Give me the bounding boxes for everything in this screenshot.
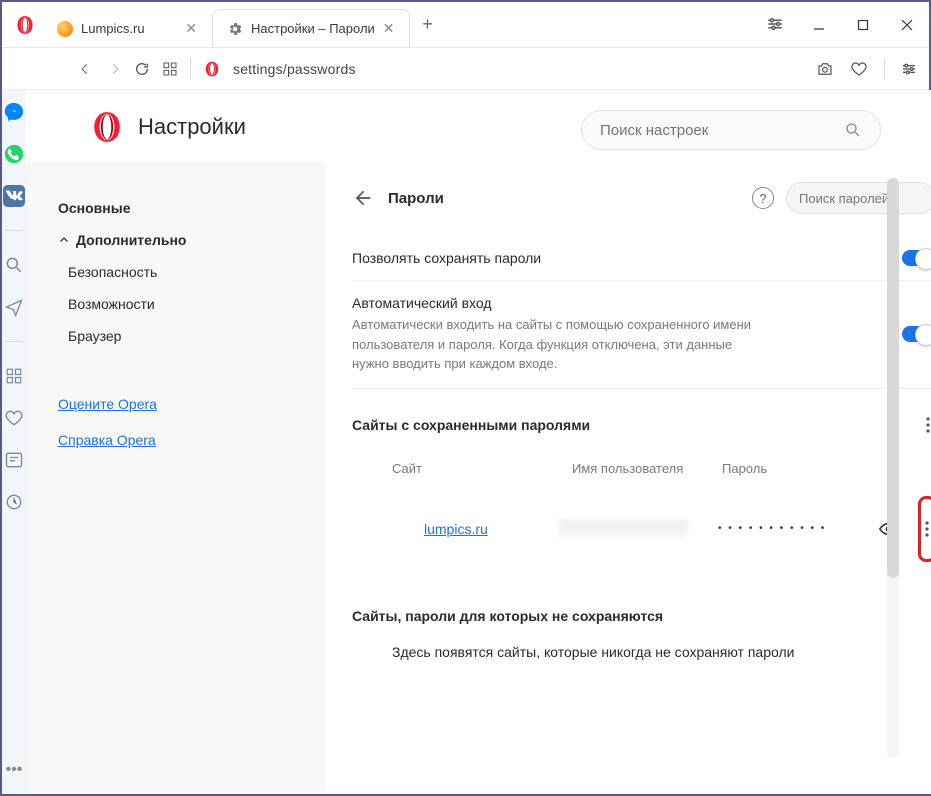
saved-section-more-icon[interactable] [920, 413, 931, 437]
autologin-toggle[interactable] [902, 326, 931, 342]
close-tab-icon[interactable]: ✕ [383, 20, 395, 37]
forward-button[interactable] [108, 62, 122, 76]
site-favicon [392, 520, 410, 538]
sidebar-link-rate[interactable]: Оцените Opera [54, 390, 298, 418]
password-masked: • • • • • • • • • • • [718, 523, 878, 534]
never-save-title: Сайты, пароли для которых не сохраняются [352, 608, 931, 624]
close-window-button[interactable] [885, 3, 929, 47]
password-row-more-button[interactable] [925, 503, 929, 555]
passwords-search[interactable] [786, 182, 931, 214]
autologin-title: Автоматический вход [352, 295, 772, 311]
close-tab-icon[interactable]: ✕ [185, 20, 197, 37]
settings-search[interactable] [581, 110, 881, 150]
sidebar-item-features[interactable]: Возможности [64, 288, 298, 320]
new-tab-button[interactable]: + [414, 11, 442, 39]
panel-back-button[interactable] [352, 188, 372, 208]
vk-icon[interactable] [2, 184, 26, 208]
never-save-empty: Здесь появятся сайты, которые никогда не… [352, 644, 931, 660]
rail-more-icon[interactable]: ••• [2, 758, 26, 782]
settings-search-input[interactable] [600, 122, 844, 139]
password-row: lumpics.ru • • • • • • • • • • • [352, 486, 931, 572]
toolbar: settings/passwords [2, 48, 929, 90]
search-icon [844, 121, 862, 139]
scrollbar[interactable] [887, 178, 899, 758]
easy-setup-icon[interactable] [753, 2, 797, 46]
sidebar-item-advanced[interactable]: Дополнительно [54, 224, 298, 256]
sidebar-item-browser[interactable]: Браузер [64, 320, 298, 352]
site-link[interactable]: lumpics.ru [424, 521, 534, 537]
tab-settings-passwords[interactable]: Настройки – Пароли ✕ [212, 9, 410, 47]
page-header: Настройки [90, 110, 246, 144]
history-icon[interactable] [2, 490, 26, 514]
sidebar-item-basic[interactable]: Основные [54, 192, 298, 224]
sidebar-item-label: Дополнительно [76, 232, 186, 248]
sidebar-item-security[interactable]: Безопасность [64, 256, 298, 288]
th-site: Сайт [392, 461, 572, 476]
maximize-button[interactable] [841, 3, 885, 47]
gear-icon [227, 21, 243, 37]
minimize-button[interactable] [797, 3, 841, 47]
opera-logo-small [14, 14, 36, 36]
tab-lumpics[interactable]: Lumpics.ru ✕ [42, 9, 212, 47]
tab-label: Настройки – Пароли [251, 21, 375, 36]
lumpics-favicon [57, 21, 73, 37]
whatsapp-icon[interactable] [2, 142, 26, 166]
titlebar: Lumpics.ru ✕ Настройки – Пароли ✕ + [2, 2, 929, 48]
easy-setup-icon-2[interactable] [901, 61, 917, 77]
scrollbar-thumb[interactable] [887, 178, 899, 578]
speed-dial-icon[interactable] [162, 61, 178, 77]
search-icon[interactable] [2, 253, 26, 277]
autologin-desc: Автоматически входить на сайты с помощью… [352, 315, 772, 374]
tab-label: Lumpics.ru [81, 21, 145, 36]
password-row-more-highlight [918, 496, 931, 562]
settings-main-panel: Пароли ? Позволять сохранять пароли [326, 162, 931, 794]
heart-icon[interactable] [850, 60, 868, 78]
send-icon[interactable] [2, 295, 26, 319]
panel-title: Пароли [388, 190, 444, 207]
passwords-search-input[interactable] [799, 191, 931, 206]
passwords-table-header: Сайт Имя пользователя Пароль [352, 451, 931, 486]
messenger-icon[interactable] [2, 100, 26, 124]
opera-logo-url-icon [203, 60, 221, 78]
chevron-up-icon [58, 234, 70, 246]
allow-save-toggle[interactable] [902, 250, 931, 266]
settings-sidebar: Основные Дополнительно Безопасность Возм… [26, 162, 326, 794]
speed-dial-rail-icon[interactable] [2, 364, 26, 388]
reload-button[interactable] [134, 61, 150, 77]
back-button[interactable] [78, 62, 92, 76]
snapshot-icon[interactable] [816, 60, 834, 78]
address-bar[interactable]: settings/passwords [233, 61, 356, 77]
help-icon[interactable]: ? [752, 187, 774, 209]
username-redacted [558, 520, 688, 538]
th-pass: Пароль [722, 461, 931, 476]
opera-logo-big [90, 110, 124, 144]
sidebar-link-help[interactable]: Справка Opera [54, 426, 298, 454]
th-user: Имя пользователя [572, 461, 722, 476]
left-rail: ••• [2, 90, 26, 794]
page-title: Настройки [138, 114, 246, 140]
allow-save-label: Позволять сохранять пароли [352, 250, 541, 266]
bookmarks-heart-icon[interactable] [2, 406, 26, 430]
saved-passwords-title: Сайты с сохраненными паролями [352, 417, 590, 433]
news-icon[interactable] [2, 448, 26, 472]
